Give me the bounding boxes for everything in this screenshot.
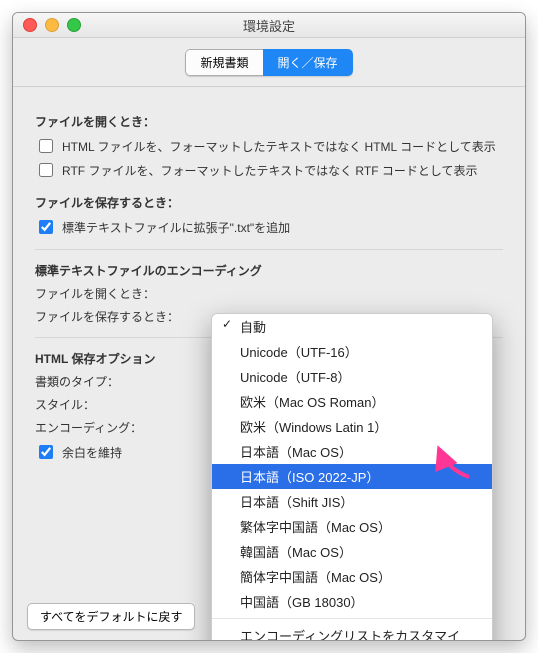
checkbox-rtf-as-code[interactable] — [39, 163, 53, 177]
encoding-option-label: 日本語（Shift JIS） — [240, 495, 353, 510]
encoding-option-label: 自動 — [240, 320, 266, 335]
encoding-option[interactable]: 欧米（Windows Latin 1） — [212, 414, 492, 439]
section-open-header: ファイルを開くとき： — [35, 113, 503, 130]
encoding-option-label: 簡体字中国語（Mac OS） — [240, 570, 391, 585]
encoding-option-label: 繁体字中国語（Mac OS） — [240, 520, 391, 535]
checkbox-add-txt-ext[interactable] — [39, 220, 53, 234]
encoding-option-label: 日本語（ISO 2022-JP） — [240, 470, 379, 485]
encoding-option[interactable]: ✓ 自動 — [212, 314, 492, 339]
encoding-option-label: 欧米（Mac OS Roman） — [240, 395, 384, 410]
content-pane: ファイルを開くとき： HTML ファイルを、フォーマットしたテキストではなく H… — [13, 87, 525, 462]
toolbar: 新規書類 開く／保存 — [13, 38, 525, 87]
checkbox-preserve-margin-label: 余白を維持 — [62, 444, 122, 461]
encoding-option-label: 欧米（Windows Latin 1） — [240, 420, 387, 435]
encoding-option[interactable]: 韓国語（Mac OS） — [212, 539, 492, 564]
encoding-option[interactable]: 簡体字中国語（Mac OS） — [212, 564, 492, 589]
section-save-header: ファイルを保存するとき： — [35, 194, 503, 211]
encoding-option-label: 韓国語（Mac OS） — [240, 545, 352, 560]
encoding-option-label: 日本語（Mac OS） — [240, 445, 352, 460]
tab-new-document[interactable]: 新規書類 — [185, 49, 262, 76]
section-encoding-header: 標準テキストファイルのエンコーディング — [35, 262, 503, 279]
check-icon: ✓ — [222, 317, 232, 331]
save-encoding-label: ファイルを保存するとき： — [35, 308, 183, 325]
encoding-option[interactable]: Unicode（UTF-8） — [212, 364, 492, 389]
encoding-option[interactable]: 中国語（GB 18030） — [212, 589, 492, 614]
doctype-label: 書類のタイプ： — [35, 373, 183, 390]
checkbox-add-txt-label: 標準テキストファイルに拡張子".txt"を追加 — [62, 219, 290, 236]
checkbox-rtf-label: RTF ファイルを、フォーマットしたテキストではなく RTF コードとして表示 — [62, 162, 478, 179]
encoding-option[interactable]: 欧米（Mac OS Roman） — [212, 389, 492, 414]
tab-open-save[interactable]: 開く／保存 — [263, 49, 353, 76]
encoding-label: エンコーディング： — [35, 419, 183, 436]
encoding-option-label: 中国語（GB 18030） — [240, 595, 364, 610]
style-label: スタイル： — [35, 396, 183, 413]
tab-segment: 新規書類 開く／保存 — [185, 49, 352, 76]
encoding-option-label: Unicode（UTF-8） — [240, 370, 351, 385]
encoding-option[interactable]: Unicode（UTF-16） — [212, 339, 492, 364]
window-title: 環境設定 — [13, 16, 525, 35]
encoding-option[interactable]: 繁体字中国語（Mac OS） — [212, 514, 492, 539]
annotation-arrow — [433, 443, 473, 483]
open-encoding-label: ファイルを開くとき： — [35, 285, 183, 302]
encoding-option-label: Unicode（UTF-16） — [240, 345, 358, 360]
encoding-option[interactable]: 日本語（Shift JIS） — [212, 489, 492, 514]
checkbox-preserve-margin[interactable] — [39, 445, 53, 459]
titlebar: 環境設定 — [13, 13, 525, 38]
restore-defaults-button[interactable]: すべてをデフォルトに戻す — [27, 603, 195, 630]
customize-encoding-list[interactable]: エンコーディングリストをカスタマイズ... — [212, 623, 492, 641]
checkbox-html-label: HTML ファイルを、フォーマットしたテキストではなく HTML コードとして表… — [62, 138, 496, 155]
checkbox-html-as-code[interactable] — [39, 139, 53, 153]
preferences-window: 環境設定 新規書類 開く／保存 ファイルを開くとき： HTML ファイルを、フォ… — [12, 12, 526, 641]
